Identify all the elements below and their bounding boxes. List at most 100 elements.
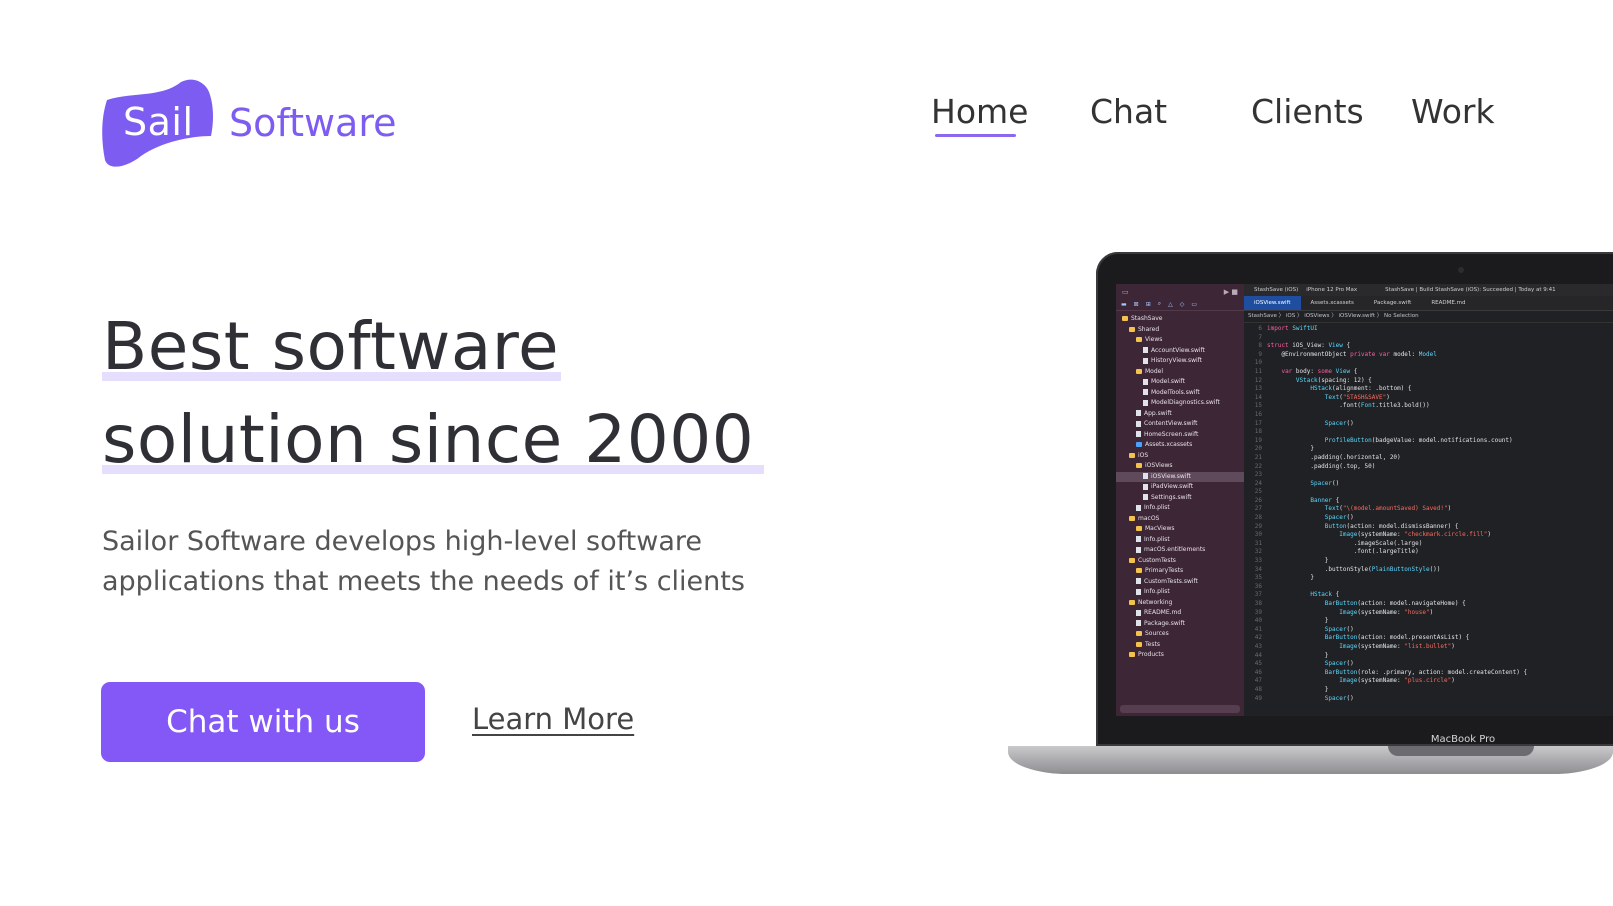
nav-work[interactable]: Work: [1411, 92, 1495, 131]
line-number: 31: [1254, 539, 1262, 547]
nav-home[interactable]: Home: [931, 92, 1028, 131]
folder-icon: [1129, 452, 1135, 458]
nav-chat[interactable]: Chat: [1090, 92, 1167, 131]
folder-icon: [1129, 652, 1135, 657]
file-tree-item: CustomTests.swift: [1116, 577, 1244, 588]
line-number: 27: [1254, 505, 1262, 513]
file-icon: [1136, 620, 1141, 626]
test-icon: ◇: [1179, 300, 1185, 308]
code-line: struct iOS_View: View {: [1267, 342, 1351, 350]
code-line: Banner {: [1310, 496, 1340, 504]
file-tree-item: CustomTests: [1116, 556, 1244, 567]
file-tree-label: Shared: [1138, 325, 1160, 333]
file-tree-item: README.md: [1116, 608, 1244, 619]
editor-tab: Assets.xcassets: [1310, 300, 1354, 306]
line-number: 33: [1254, 557, 1262, 565]
line-number: 26: [1254, 496, 1262, 504]
folder-icon: [1136, 631, 1142, 636]
file-tree-label: README.md: [1144, 609, 1182, 616]
laptop-mockup: ▭ ▶ ■ ▬ ⊠ ⊞ ⌕ △ ◇ ▭ StashSave Shared Views Account…: [1008, 252, 1613, 782]
line-number: 36: [1254, 582, 1262, 590]
file-tree-item: ContentView.swift: [1116, 419, 1244, 430]
line-number: 49: [1254, 694, 1262, 702]
file-tree-item: Assets.xcassets: [1116, 440, 1244, 451]
warning-icon: △: [1168, 300, 1173, 308]
folder-icon: [1136, 337, 1142, 342]
file-icon: [1143, 483, 1148, 490]
code-area: 6 7 8 9 10 11 12 13 14 15 16 17 18 19 20 21 22 23 24 25 26 27…: [1244, 323, 1613, 716]
file-tree-item: macOS.entitlements: [1116, 545, 1244, 556]
device-label: iPhone 12 Pro Max: [1306, 287, 1358, 293]
code-line: .padding(.top, 50): [1267, 462, 1376, 470]
line-number: 34: [1254, 565, 1262, 573]
code-line: }: [1267, 557, 1329, 565]
file-tree-label: ContentView.swift: [1144, 420, 1198, 427]
file-tree-item: HomeScreen.swift: [1116, 430, 1244, 441]
file-icon: [1136, 420, 1141, 427]
file-tree-item: Package.swift: [1116, 619, 1244, 630]
file-tree-label: PrimaryTests: [1145, 567, 1184, 574]
line-number: 37: [1254, 591, 1262, 599]
line-number: 39: [1254, 608, 1262, 616]
folder-icon: [1129, 599, 1135, 605]
file-icon: [1143, 473, 1148, 479]
learn-more-link[interactable]: Learn More: [472, 702, 634, 736]
file-tree-item: Model.swift: [1116, 377, 1244, 388]
line-number: 25: [1254, 488, 1262, 496]
laptop-lid: ▭ ▶ ■ ▬ ⊠ ⊞ ⌕ △ ◇ ▭ StashSave Shared Views Account…: [1096, 252, 1613, 746]
code-line: Image(systemName: "checkmark.circle.fill…: [1339, 531, 1491, 539]
file-tree-item: Model: [1116, 367, 1244, 378]
folder-icon: [1129, 326, 1135, 332]
file-tree-item: iOSView.swift: [1116, 471, 1244, 482]
line-number: 40: [1254, 617, 1262, 625]
code-line: import SwiftUI: [1267, 325, 1318, 332]
file-tree-label: HomeScreen.swift: [1144, 430, 1199, 438]
file-tree-item: iPadView.swift: [1116, 482, 1244, 493]
line-number: 32: [1254, 548, 1262, 556]
file-icon: [1136, 609, 1141, 616]
line-number: 45: [1254, 660, 1262, 668]
code-line: Text("STASH&SAVE"): [1324, 393, 1390, 401]
headline-line-1-text: Best software: [102, 308, 560, 385]
file-tree-label: Settings.swift: [1151, 493, 1192, 501]
file-icon: [1143, 494, 1148, 500]
file-tree-label: Products: [1138, 651, 1164, 658]
code-line: HStack {: [1310, 591, 1340, 599]
code-line: .padding(.horizontal, 20): [1267, 453, 1401, 461]
file-tree-item: Views: [1116, 335, 1244, 346]
build-status: StashSave | Build StashSave (iOS): Succe…: [1385, 287, 1556, 293]
code-line: }: [1267, 445, 1314, 453]
file-icon: [1136, 431, 1141, 437]
chat-with-us-button[interactable]: Chat with us: [101, 682, 425, 762]
file-tree-item: Info.plist: [1116, 535, 1244, 546]
line-number: 17: [1254, 419, 1262, 427]
file-icon: [1143, 399, 1148, 406]
file-tree-item: Shared: [1116, 325, 1244, 336]
nav-clients[interactable]: Clients: [1251, 92, 1364, 131]
file-tree-label: Info.plist: [1144, 535, 1170, 543]
play-icon: ▶ ■: [1223, 288, 1238, 296]
file-tree-item: ModelTools.swift: [1116, 388, 1244, 399]
folder-icon: ▬: [1121, 300, 1127, 308]
line-number: 38: [1254, 600, 1262, 607]
line-number: 15: [1254, 402, 1262, 410]
line-number: 42: [1254, 634, 1262, 642]
code-line: Button(action: model.dismissBanner) {: [1324, 522, 1459, 530]
line-number: 46: [1254, 668, 1262, 676]
file-tree-label: iPadView.swift: [1151, 483, 1194, 490]
navigator-toolbar: ▭ ▶ ■: [1116, 288, 1244, 298]
line-number: 11: [1254, 367, 1262, 375]
file-tree-item: Settings.swift: [1116, 493, 1244, 504]
line-number: 6: [1258, 325, 1262, 332]
code-line: BarButton(action: model.presentAsList) {: [1324, 634, 1470, 642]
code-line: }: [1267, 617, 1329, 625]
editor-tab: Package.swift: [1373, 300, 1412, 306]
file-tree-item: Tests: [1116, 640, 1244, 651]
code-line: @EnvironmentObject private var model: Mo…: [1267, 350, 1437, 358]
file-tree-item: StashSave: [1116, 314, 1244, 325]
file-tree: StashSave Shared Views AccountView.swift His…: [1116, 314, 1244, 661]
debug-icon: ▭: [1191, 300, 1198, 308]
code-line: .imageScale(.large): [1267, 539, 1423, 547]
editor-tabs: iOSView.swift Assets.xcassets Package.sw…: [1244, 296, 1613, 311]
